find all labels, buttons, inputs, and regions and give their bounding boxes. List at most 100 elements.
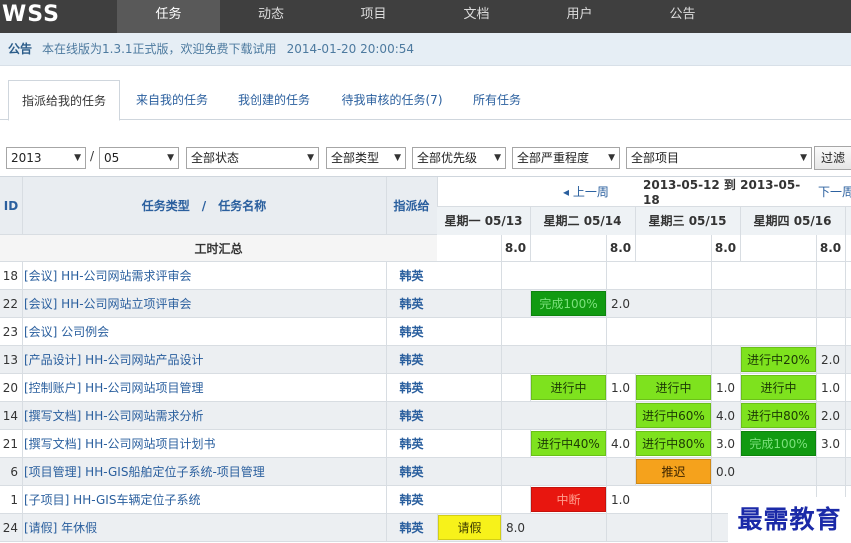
empty-day-cell[interactable] bbox=[437, 346, 501, 373]
assignee-link[interactable]: 韩英 bbox=[386, 318, 437, 345]
status-chip[interactable]: 进行中 bbox=[531, 375, 606, 400]
task-link[interactable]: [撰写文档] HH-公司网站需求分析 bbox=[22, 402, 386, 429]
empty-day-cell[interactable] bbox=[437, 318, 501, 345]
empty-day-cell[interactable] bbox=[530, 458, 606, 485]
empty-day-cell[interactable] bbox=[635, 514, 711, 541]
table-row[interactable]: 22 [会议] HH-公司网站立项评审会 韩英 完成100% 2.0 bbox=[0, 290, 851, 318]
empty-day-cell[interactable] bbox=[437, 290, 501, 317]
table-row[interactable]: 18 [会议] HH-公司网站需求评审会 韩英 bbox=[0, 262, 851, 290]
assignee-link[interactable]: 韩英 bbox=[386, 486, 437, 513]
task-link[interactable]: [项目管理] HH-GIS船舶定位子系统-项目管理 bbox=[22, 458, 386, 485]
tab-pending-review[interactable]: 待我审核的任务(7) bbox=[328, 80, 456, 120]
empty-day-cell[interactable] bbox=[530, 514, 606, 541]
status-chip[interactable]: 进行中20% bbox=[741, 347, 816, 372]
empty-day-cell[interactable] bbox=[437, 486, 501, 513]
table-row[interactable]: 6 [项目管理] HH-GIS船舶定位子系统-项目管理 韩英 推迟 0.0 bbox=[0, 458, 851, 486]
row-id: 24 bbox=[2, 520, 18, 535]
divider bbox=[845, 458, 846, 485]
project-select[interactable]: 全部项目 ▼ bbox=[626, 147, 812, 169]
empty-day-cell[interactable] bbox=[530, 318, 606, 345]
assignee-link[interactable]: 韩英 bbox=[386, 458, 437, 485]
empty-day-cell[interactable] bbox=[437, 374, 501, 401]
empty-day-cell[interactable] bbox=[437, 262, 501, 289]
empty-day-cell[interactable] bbox=[530, 262, 606, 289]
nav-item-activity[interactable]: 动态 bbox=[220, 0, 322, 33]
empty-day-cell[interactable] bbox=[437, 402, 501, 429]
task-link[interactable]: [会议] HH-公司网站立项评审会 bbox=[22, 290, 386, 317]
empty-day-cell[interactable] bbox=[437, 458, 501, 485]
nav-item-documents[interactable]: 文档 bbox=[425, 0, 528, 33]
filter-button[interactable]: 过滤 bbox=[814, 146, 851, 170]
app-logo[interactable]: WSS bbox=[0, 0, 117, 33]
hours-value: 1.0 bbox=[820, 380, 841, 395]
header-task-name[interactable]: 任务名称 bbox=[218, 197, 266, 214]
task-link[interactable]: [控制账户] HH-公司网站项目管理 bbox=[22, 374, 386, 401]
status-chip[interactable]: 完成100% bbox=[741, 431, 816, 456]
assignee-link[interactable]: 韩英 bbox=[386, 430, 437, 457]
status-chip[interactable]: 进行中40% bbox=[531, 431, 606, 456]
table-row[interactable]: 20 [控制账户] HH-公司网站项目管理 韩英 进行中 1.0 进行中 1.0 进行中 1.0 bbox=[0, 374, 851, 402]
tab-created-by-me[interactable]: 我创建的任务 bbox=[226, 80, 322, 120]
nav-item-projects[interactable]: 项目 bbox=[322, 0, 425, 33]
severity-value: 全部严重程度 bbox=[517, 151, 590, 165]
table-row[interactable]: 21 [撰写文档] HH-公司网站项目计划书 韩英 进行中40% 4.0 进行中80% 3.… bbox=[0, 430, 851, 458]
status-select[interactable]: 全部状态 ▼ bbox=[186, 147, 319, 169]
assignee-link[interactable]: 韩英 bbox=[386, 346, 437, 373]
table-row[interactable]: 23 [会议] 公司例会 韩英 bbox=[0, 318, 851, 346]
status-chip[interactable]: 推迟 bbox=[636, 459, 711, 484]
empty-day-cell[interactable] bbox=[740, 318, 816, 345]
status-chip[interactable]: 进行中 bbox=[741, 375, 816, 400]
task-link[interactable]: [会议] HH-公司网站需求评审会 bbox=[22, 262, 386, 289]
empty-day-cell[interactable] bbox=[437, 430, 501, 457]
year-select[interactable]: 2013 ▼ bbox=[6, 147, 86, 169]
severity-select[interactable]: 全部严重程度 ▼ bbox=[512, 147, 620, 169]
status-chip[interactable]: 进行中 bbox=[636, 375, 711, 400]
empty-day-cell[interactable] bbox=[635, 346, 711, 373]
task-link[interactable]: [会议] 公司例会 bbox=[22, 318, 386, 345]
assignee-link[interactable]: 韩英 bbox=[386, 262, 437, 289]
empty-day-cell[interactable] bbox=[635, 486, 711, 513]
nav-item-tasks[interactable]: 任务 bbox=[117, 0, 220, 33]
task-link[interactable]: [撰写文档] HH-公司网站项目计划书 bbox=[22, 430, 386, 457]
assignee-link[interactable]: 韩英 bbox=[386, 374, 437, 401]
status-chip[interactable]: 请假 bbox=[438, 515, 501, 540]
priority-select[interactable]: 全部优先级 ▼ bbox=[412, 147, 506, 169]
nav-item-users[interactable]: 用户 bbox=[528, 0, 631, 33]
status-chip[interactable]: 中断 bbox=[531, 487, 606, 512]
nav-item-announcements[interactable]: 公告 bbox=[631, 0, 734, 33]
empty-day-cell[interactable] bbox=[635, 290, 711, 317]
header-task-type[interactable]: 任务类型 bbox=[142, 197, 190, 214]
tab-from-me[interactable]: 来自我的任务 bbox=[124, 80, 220, 120]
empty-day-cell[interactable] bbox=[635, 262, 711, 289]
table-row[interactable]: 13 [产品设计] HH-公司网站产品设计 韩英 进行中20% 2.0 bbox=[0, 346, 851, 374]
announcement-text[interactable]: 本在线版为1.3.1正式版，欢迎免费下载试用 bbox=[42, 42, 277, 56]
status-chip[interactable]: 进行中80% bbox=[636, 431, 711, 456]
table-row[interactable]: 24 [请假] 年休假 韩英 请假 8.0 bbox=[0, 514, 851, 542]
task-link[interactable]: [子项目] HH-GIS车辆定位子系统 bbox=[22, 486, 386, 513]
divider bbox=[816, 402, 817, 429]
assignee-link[interactable]: 韩英 bbox=[386, 514, 437, 541]
prev-week-link[interactable]: ◂ 上一周 bbox=[563, 177, 623, 206]
empty-day-cell[interactable] bbox=[530, 402, 606, 429]
next-week-link[interactable]: 下一周 bbox=[818, 177, 851, 206]
table-row[interactable]: 14 [撰写文档] HH-公司网站需求分析 韩英 进行中60% 4.0 进行中80% 2.0 bbox=[0, 402, 851, 430]
empty-day-cell[interactable] bbox=[530, 346, 606, 373]
task-link[interactable]: [请假] 年休假 bbox=[22, 514, 386, 541]
status-chip[interactable]: 进行中80% bbox=[741, 403, 816, 428]
type-select[interactable]: 全部类型 ▼ bbox=[326, 147, 406, 169]
status-chip[interactable]: 进行中60% bbox=[636, 403, 711, 428]
empty-day-cell[interactable] bbox=[740, 458, 816, 485]
empty-day-cell[interactable] bbox=[635, 318, 711, 345]
tab-assigned-to-me[interactable]: 指派给我的任务 bbox=[8, 80, 120, 121]
day-hours-mon: 8.0 bbox=[504, 241, 527, 255]
status-chip[interactable]: 完成100% bbox=[531, 291, 606, 316]
tab-all-tasks[interactable]: 所有任务 bbox=[462, 80, 532, 120]
empty-day-cell[interactable] bbox=[740, 290, 816, 317]
assignee-link[interactable]: 韩英 bbox=[386, 402, 437, 429]
empty-day-cell[interactable] bbox=[740, 262, 816, 289]
assignee-link[interactable]: 韩英 bbox=[386, 290, 437, 317]
month-select[interactable]: 05 ▼ bbox=[99, 147, 179, 169]
table-row[interactable]: 1 [子项目] HH-GIS车辆定位子系统 韩英 中断 1.0 bbox=[0, 486, 851, 514]
task-link[interactable]: [产品设计] HH-公司网站产品设计 bbox=[22, 346, 386, 373]
divider bbox=[606, 514, 607, 541]
